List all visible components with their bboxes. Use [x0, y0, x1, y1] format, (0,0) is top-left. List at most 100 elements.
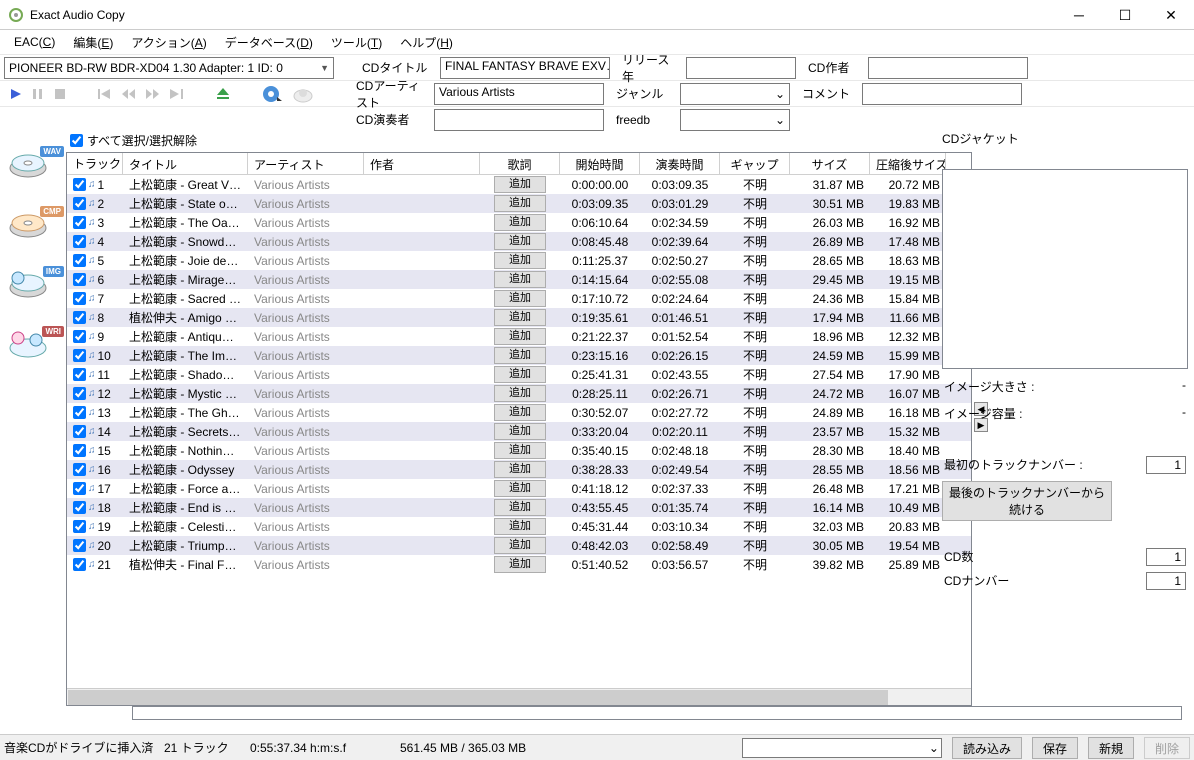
first-track-input[interactable]: 1	[1146, 456, 1186, 474]
track-checkbox[interactable]	[73, 235, 86, 248]
menu-eac[interactable]: EAC(C)	[6, 33, 63, 51]
track-row[interactable]: ♫ 17上松範康 - Force a…Various Artists追加0:41…	[67, 479, 971, 498]
track-row[interactable]: ♫ 13上松範康 - The Gh…Various Artists追加0:30:…	[67, 403, 971, 422]
close-button[interactable]: ✕	[1148, 0, 1194, 30]
drive-selector[interactable]: PIONEER BD-RW BDR-XD04 1.30 Adapter: 1 I…	[4, 57, 334, 79]
col-lyrics[interactable]: 歌詞	[480, 153, 560, 174]
track-row[interactable]: ♫ 21植松伸夫 - Final F…Various Artists追加0:51…	[67, 555, 971, 574]
next-track-icon[interactable]	[170, 88, 184, 100]
menu-help[interactable]: ヘルプ(H)	[392, 32, 461, 53]
add-lyrics-button[interactable]: 追加	[494, 404, 546, 421]
add-lyrics-button[interactable]: 追加	[494, 442, 546, 459]
track-checkbox[interactable]	[73, 539, 86, 552]
cd-author-input[interactable]	[868, 57, 1028, 79]
track-row[interactable]: ♫ 20上松範康 - Triump…Various Artists追加0:48:…	[67, 536, 971, 555]
track-checkbox[interactable]	[73, 330, 86, 343]
track-row[interactable]: ♫ 1上松範康 - Great V…Various Artists追加0:00:…	[67, 175, 971, 194]
track-checkbox[interactable]	[73, 216, 86, 229]
track-checkbox[interactable]	[73, 254, 86, 267]
track-row[interactable]: ♫ 7上松範康 - Sacred …Various Artists追加0:17:…	[67, 289, 971, 308]
track-row[interactable]: ♫ 6上松範康 - Mirage…Various Artists追加0:14:1…	[67, 270, 971, 289]
add-lyrics-button[interactable]: 追加	[494, 290, 546, 307]
release-input[interactable]	[686, 57, 796, 79]
track-checkbox[interactable]	[73, 482, 86, 495]
add-lyrics-button[interactable]: 追加	[494, 195, 546, 212]
menu-tools[interactable]: ツール(T)	[323, 32, 390, 53]
track-checkbox[interactable]	[73, 444, 86, 457]
track-row[interactable]: ♫ 10上松範康 - The Im…Various Artists追加0:23:…	[67, 346, 971, 365]
track-row[interactable]: ♫ 15上松範康 - Nothin…Various Artists追加0:35:…	[67, 441, 971, 460]
add-lyrics-button[interactable]: 追加	[494, 252, 546, 269]
database-icon[interactable]	[262, 85, 282, 103]
stop-icon[interactable]	[54, 88, 66, 100]
menu-database[interactable]: データベース(D)	[217, 32, 321, 53]
cd-artist-input[interactable]: Various Artists	[434, 83, 604, 105]
track-row[interactable]: ♫ 2上松範康 - State o…Various Artists追加0:03:…	[67, 194, 971, 213]
track-checkbox[interactable]	[73, 311, 86, 324]
col-track[interactable]: トラック	[67, 153, 123, 174]
col-gap[interactable]: ギャップ	[720, 153, 790, 174]
add-lyrics-button[interactable]: 追加	[494, 233, 546, 250]
col-start[interactable]: 開始時間	[560, 153, 640, 174]
add-lyrics-button[interactable]: 追加	[494, 423, 546, 440]
minimize-button[interactable]: ─	[1056, 0, 1102, 30]
col-size[interactable]: サイズ	[790, 153, 870, 174]
track-row[interactable]: ♫ 12上松範康 - Mystic …Various Artists追加0:28…	[67, 384, 971, 403]
track-checkbox[interactable]	[73, 273, 86, 286]
col-csize[interactable]: 圧縮後サイズ	[870, 153, 946, 174]
save-button[interactable]: 保存	[1032, 737, 1078, 759]
add-lyrics-button[interactable]: 追加	[494, 537, 546, 554]
img-action[interactable]: IMG	[8, 270, 56, 310]
add-lyrics-button[interactable]: 追加	[494, 480, 546, 497]
track-checkbox[interactable]	[73, 463, 86, 476]
cd-number-input[interactable]: 1	[1146, 572, 1186, 590]
horizontal-scrollbar[interactable]	[67, 688, 971, 705]
track-checkbox[interactable]	[73, 292, 86, 305]
track-body[interactable]: ♫ 1上松範康 - Great V…Various Artists追加0:00:…	[67, 175, 971, 687]
prev-track-icon[interactable]	[98, 88, 112, 100]
add-lyrics-button[interactable]: 追加	[494, 385, 546, 402]
add-lyrics-button[interactable]: 追加	[494, 499, 546, 516]
track-row[interactable]: ♫ 8植松伸夫 - Amigo …Various Artists追加0:19:3…	[67, 308, 971, 327]
col-play[interactable]: 演奏時間	[640, 153, 720, 174]
play-icon[interactable]	[10, 88, 22, 100]
track-row[interactable]: ♫ 11上松範康 - Shado…Various Artists追加0:25:4…	[67, 365, 971, 384]
cd-title-input[interactable]: FINAL FANTASY BRAVE EXV…	[440, 57, 610, 79]
maximize-button[interactable]: ☐	[1102, 0, 1148, 30]
status-combo[interactable]: ⌄	[742, 738, 942, 758]
track-checkbox[interactable]	[73, 197, 86, 210]
menu-action[interactable]: アクション(A)	[123, 32, 214, 53]
track-checkbox[interactable]	[73, 349, 86, 362]
track-row[interactable]: ♫ 19上松範康 - Celesti…Various Artists追加0:45…	[67, 517, 971, 536]
add-lyrics-button[interactable]: 追加	[494, 328, 546, 345]
add-lyrics-button[interactable]: 追加	[494, 518, 546, 535]
track-row[interactable]: ♫ 14上松範康 - Secrets…Various Artists追加0:33…	[67, 422, 971, 441]
track-row[interactable]: ♫ 9上松範康 - Antiqu…Various Artists追加0:21:2…	[67, 327, 971, 346]
cd-count-input[interactable]: 1	[1146, 548, 1186, 566]
wav-action[interactable]: WAV	[8, 150, 56, 190]
pause-icon[interactable]	[32, 88, 44, 100]
cmp-action[interactable]: CMP	[8, 210, 56, 250]
track-checkbox[interactable]	[73, 406, 86, 419]
genre-select[interactable]: ⌄	[680, 83, 790, 105]
new-button[interactable]: 新規	[1088, 737, 1134, 759]
track-checkbox[interactable]	[73, 501, 86, 514]
cd-performer-input[interactable]	[434, 109, 604, 131]
track-checkbox[interactable]	[73, 178, 86, 191]
add-lyrics-button[interactable]: 追加	[494, 214, 546, 231]
track-row[interactable]: ♫ 4上松範康 - Snowd…Various Artists追加0:08:45…	[67, 232, 971, 251]
menu-edit[interactable]: 編集(E)	[65, 32, 121, 53]
add-lyrics-button[interactable]: 追加	[494, 461, 546, 478]
track-checkbox[interactable]	[73, 425, 86, 438]
col-title[interactable]: タイトル	[123, 153, 248, 174]
track-checkbox[interactable]	[73, 520, 86, 533]
comment-input[interactable]	[862, 83, 1022, 105]
forward-icon[interactable]	[146, 88, 160, 100]
track-checkbox[interactable]	[73, 387, 86, 400]
load-button[interactable]: 読み込み	[952, 737, 1022, 759]
continue-numbering-button[interactable]: 最後のトラックナンバーから続ける	[942, 481, 1112, 521]
record-icon[interactable]	[292, 85, 314, 103]
track-checkbox[interactable]	[73, 558, 86, 571]
track-row[interactable]: ♫ 3上松範康 - The Oa…Various Artists追加0:06:1…	[67, 213, 971, 232]
wri-action[interactable]: WRI	[8, 330, 56, 370]
